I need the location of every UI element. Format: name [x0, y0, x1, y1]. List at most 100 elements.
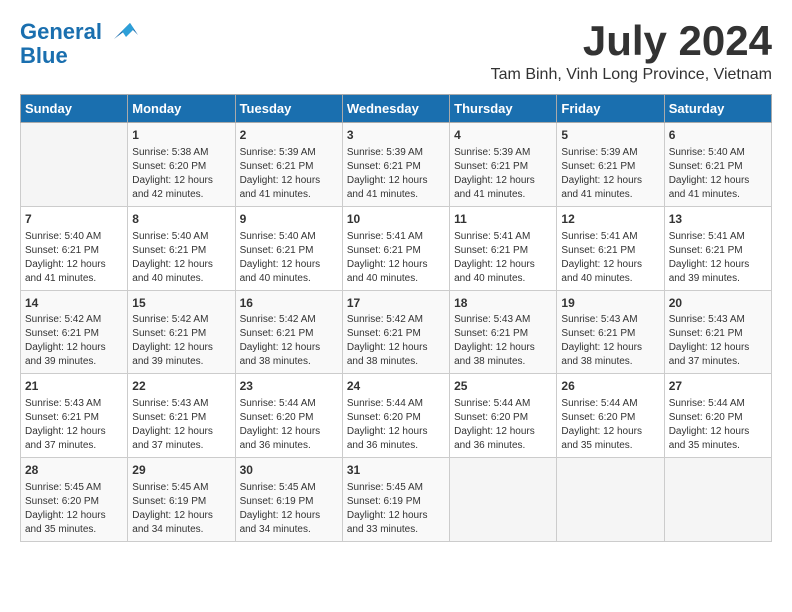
day-number: 19 [561, 295, 659, 312]
day-number: 10 [347, 211, 445, 228]
day-info: Sunrise: 5:41 AMSunset: 6:21 PMDaylight:… [347, 230, 445, 286]
day-info: Sunrise: 5:42 AMSunset: 6:21 PMDaylight:… [240, 313, 338, 369]
month-title: July 2024 [491, 20, 772, 62]
calendar-cell [557, 458, 664, 542]
day-info: Sunrise: 5:40 AMSunset: 6:21 PMDaylight:… [240, 230, 338, 286]
day-info: Sunrise: 5:44 AMSunset: 6:20 PMDaylight:… [347, 397, 445, 453]
calendar-cell: 20Sunrise: 5:43 AMSunset: 6:21 PMDayligh… [664, 290, 771, 374]
weekday-header: Monday [128, 95, 235, 123]
day-info: Sunrise: 5:42 AMSunset: 6:21 PMDaylight:… [25, 313, 123, 369]
day-number: 14 [25, 295, 123, 312]
logo-general: General [20, 19, 102, 44]
weekday-header: Sunday [21, 95, 128, 123]
calendar-cell: 26 Sunrise: 5:44 AMSunset: 6:20 PMDayligh… [557, 374, 664, 458]
day-number: 1 [132, 127, 230, 144]
calendar-cell: 15Sunrise: 5:42 AMSunset: 6:21 PMDayligh… [128, 290, 235, 374]
calendar-cell: 2 Sunrise: 5:39 AMSunset: 6:21 PMDaylight… [235, 123, 342, 207]
logo-blue: Blue [20, 43, 68, 68]
calendar-cell: 3 Sunrise: 5:39 AMSunset: 6:21 PMDaylight… [342, 123, 449, 207]
day-info: Sunrise: 5:42 AMSunset: 6:21 PMDaylight:… [347, 313, 445, 369]
day-info: Sunrise: 5:39 AMSunset: 6:21 PMDaylight:… [347, 146, 445, 202]
day-info: Sunrise: 5:43 AMSunset: 6:21 PMDaylight:… [561, 313, 659, 369]
calendar-week-row: 21 Sunrise: 5:43 AMSunset: 6:21 PMDayligh… [21, 374, 772, 458]
day-number: 5 [561, 127, 659, 144]
calendar-cell: 8Sunrise: 5:40 AMSunset: 6:21 PMDaylight… [128, 206, 235, 290]
day-info: Sunrise: 5:44 AMSunset: 6:20 PMDaylight:… [669, 397, 767, 453]
day-info: Sunrise: 5:45 AMSunset: 6:19 PMDaylight:… [347, 481, 445, 537]
day-number: 22 [132, 378, 230, 395]
weekday-header: Saturday [664, 95, 771, 123]
day-info: Sunrise: 5:43 AMSunset: 6:21 PMDaylight:… [25, 397, 123, 453]
day-number: 4 [454, 127, 552, 144]
day-info: Sunrise: 5:45 AMSunset: 6:19 PMDaylight:… [240, 481, 338, 537]
header-row: SundayMondayTuesdayWednesdayThursdayFrid… [21, 95, 772, 123]
calendar-cell: 19Sunrise: 5:43 AMSunset: 6:21 PMDayligh… [557, 290, 664, 374]
calendar-cell: 29 Sunrise: 5:45 AMSunset: 6:19 PMDayligh… [128, 458, 235, 542]
day-number: 7 [25, 211, 123, 228]
day-number: 26 [561, 378, 659, 395]
day-info: Sunrise: 5:39 AMSunset: 6:21 PMDaylight:… [240, 146, 338, 202]
day-info: Sunrise: 5:40 AMSunset: 6:21 PMDaylight:… [669, 146, 767, 202]
day-number: 30 [240, 462, 338, 479]
day-number: 15 [132, 295, 230, 312]
day-info: Sunrise: 5:43 AMSunset: 6:21 PMDaylight:… [454, 313, 552, 369]
calendar-cell: 25 Sunrise: 5:44 AMSunset: 6:20 PMDayligh… [450, 374, 557, 458]
calendar-week-row: 7 Sunrise: 5:40 AMSunset: 6:21 PMDaylight… [21, 206, 772, 290]
page-header: General Blue July 2024 Tam Binh, Vinh Lo… [20, 20, 772, 84]
calendar-cell: 7Sunrise: 5:40 AMSunset: 6:21 PMDaylight… [21, 206, 128, 290]
day-info: Sunrise: 5:44 AMSunset: 6:20 PMDaylight:… [454, 397, 552, 453]
calendar-cell: 14Sunrise: 5:42 AMSunset: 6:21 PMDayligh… [21, 290, 128, 374]
day-number: 23 [240, 378, 338, 395]
day-number: 25 [454, 378, 552, 395]
calendar-cell [21, 123, 128, 207]
day-number: 17 [347, 295, 445, 312]
day-number: 21 [25, 378, 123, 395]
calendar-week-row: 1Sunrise: 5:38 AMSunset: 6:20 PMDaylight… [21, 123, 772, 207]
calendar-cell [664, 458, 771, 542]
calendar-cell: 24 Sunrise: 5:44 AMSunset: 6:20 PMDayligh… [342, 374, 449, 458]
calendar-cell: 21 Sunrise: 5:43 AMSunset: 6:21 PMDayligh… [21, 374, 128, 458]
calendar-cell: 13 Sunrise: 5:41 AMSunset: 6:21 PMDayligh… [664, 206, 771, 290]
calendar-cell: 6Sunrise: 5:40 AMSunset: 6:21 PMDaylight… [664, 123, 771, 207]
day-info: Sunrise: 5:45 AMSunset: 6:19 PMDaylight:… [132, 481, 230, 537]
logo: General Blue [20, 20, 138, 68]
calendar-cell: 22 Sunrise: 5:43 AMSunset: 6:21 PMDayligh… [128, 374, 235, 458]
day-number: 29 [132, 462, 230, 479]
day-number: 18 [454, 295, 552, 312]
calendar-cell: 12Sunrise: 5:41 AMSunset: 6:21 PMDayligh… [557, 206, 664, 290]
calendar-cell: 30 Sunrise: 5:45 AMSunset: 6:19 PMDayligh… [235, 458, 342, 542]
day-info: Sunrise: 5:43 AMSunset: 6:21 PMDaylight:… [132, 397, 230, 453]
calendar-cell: 18Sunrise: 5:43 AMSunset: 6:21 PMDayligh… [450, 290, 557, 374]
calendar-cell: 9Sunrise: 5:40 AMSunset: 6:21 PMDaylight… [235, 206, 342, 290]
day-number: 16 [240, 295, 338, 312]
calendar-table: SundayMondayTuesdayWednesdayThursdayFrid… [20, 94, 772, 542]
day-number: 2 [240, 127, 338, 144]
logo-text: General [20, 20, 102, 44]
calendar-cell: 28Sunrise: 5:45 AMSunset: 6:20 PMDayligh… [21, 458, 128, 542]
weekday-header: Wednesday [342, 95, 449, 123]
day-info: Sunrise: 5:39 AMSunset: 6:21 PMDaylight:… [454, 146, 552, 202]
weekday-header: Thursday [450, 95, 557, 123]
calendar-week-row: 28Sunrise: 5:45 AMSunset: 6:20 PMDayligh… [21, 458, 772, 542]
day-info: Sunrise: 5:44 AMSunset: 6:20 PMDaylight:… [240, 397, 338, 453]
calendar-cell: 31Sunrise: 5:45 AMSunset: 6:19 PMDayligh… [342, 458, 449, 542]
day-info: Sunrise: 5:39 AMSunset: 6:21 PMDaylight:… [561, 146, 659, 202]
day-number: 3 [347, 127, 445, 144]
calendar-cell: 23 Sunrise: 5:44 AMSunset: 6:20 PMDayligh… [235, 374, 342, 458]
day-number: 8 [132, 211, 230, 228]
calendar-cell [450, 458, 557, 542]
calendar-cell: 10 Sunrise: 5:41 AMSunset: 6:21 PMDayligh… [342, 206, 449, 290]
day-number: 11 [454, 211, 552, 228]
day-number: 24 [347, 378, 445, 395]
day-info: Sunrise: 5:42 AMSunset: 6:21 PMDaylight:… [132, 313, 230, 369]
day-number: 27 [669, 378, 767, 395]
calendar-cell: 27 Sunrise: 5:44 AMSunset: 6:20 PMDayligh… [664, 374, 771, 458]
logo-icon [106, 21, 138, 43]
title-section: July 2024 Tam Binh, Vinh Long Province, … [491, 20, 772, 84]
day-info: Sunrise: 5:41 AMSunset: 6:21 PMDaylight:… [669, 230, 767, 286]
weekday-header: Friday [557, 95, 664, 123]
day-info: Sunrise: 5:43 AMSunset: 6:21 PMDaylight:… [669, 313, 767, 369]
calendar-cell: 11Sunrise: 5:41 AMSunset: 6:21 PMDayligh… [450, 206, 557, 290]
day-number: 13 [669, 211, 767, 228]
day-info: Sunrise: 5:44 AMSunset: 6:20 PMDaylight:… [561, 397, 659, 453]
